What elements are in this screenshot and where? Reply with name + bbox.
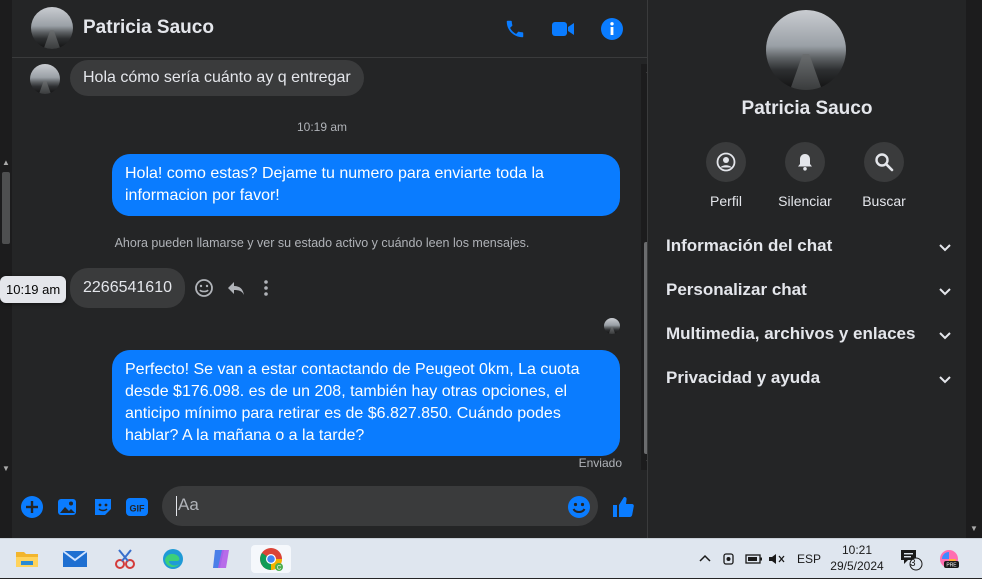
profile-icon bbox=[706, 142, 746, 182]
sticker-icon[interactable] bbox=[90, 494, 116, 520]
avatar[interactable] bbox=[766, 10, 846, 90]
avatar[interactable] bbox=[31, 7, 73, 49]
section-customize-chat[interactable]: Personalizar chat bbox=[666, 280, 952, 310]
timestamp: 10:19 am bbox=[296, 120, 348, 134]
show-hidden-icons[interactable] bbox=[698, 539, 712, 579]
edge-icon[interactable] bbox=[158, 545, 188, 573]
avatar[interactable] bbox=[30, 64, 60, 94]
window-scrollbar[interactable]: ▼ bbox=[966, 0, 982, 538]
scroll-thumb[interactable] bbox=[2, 172, 10, 244]
outgoing-message[interactable]: Perfecto! Se van a estar contactando de … bbox=[112, 350, 620, 456]
scroll-down-arrow[interactable]: ▼ bbox=[2, 464, 10, 473]
messenger-window: ▲ ▼ Patricia Sauco Hola cómo sería cuánt… bbox=[0, 0, 982, 538]
image-icon[interactable] bbox=[55, 494, 81, 520]
contact-name[interactable]: Patricia Sauco bbox=[83, 17, 214, 39]
chat-info-sidebar: Patricia Sauco Perfil Silenciar Buscar I… bbox=[648, 0, 966, 538]
reply-icon[interactable] bbox=[226, 278, 246, 303]
svg-text:C: C bbox=[277, 566, 282, 572]
meet-now-icon[interactable] bbox=[722, 539, 736, 579]
incoming-message[interactable]: Hola cómo sería cuánto ay q entregar bbox=[70, 60, 364, 96]
chat-header: Patricia Sauco bbox=[12, 0, 647, 58]
add-icon[interactable] bbox=[19, 494, 45, 520]
volume-muted-icon[interactable] bbox=[768, 539, 786, 579]
chevron-down-icon bbox=[938, 284, 952, 304]
gif-icon[interactable]: GIF bbox=[124, 494, 150, 520]
mute-button[interactable]: Silenciar bbox=[769, 142, 841, 209]
bell-icon bbox=[785, 142, 825, 182]
chat-panel: Patricia Sauco Hola cómo sería cuánto ay… bbox=[12, 0, 657, 538]
message-list: Hola cómo sería cuánto ay q entregar 10:… bbox=[12, 58, 632, 476]
section-media-files-links[interactable]: Multimedia, archivos y enlaces bbox=[666, 324, 952, 354]
profile-button[interactable]: Perfil bbox=[690, 142, 762, 209]
scroll-down-arrow[interactable]: ▼ bbox=[970, 524, 978, 533]
composer: GIF Aa bbox=[12, 476, 647, 538]
taskbar: C ESP 10:21 29/5/2024 3 PRE bbox=[0, 538, 982, 578]
emoji-icon[interactable] bbox=[566, 494, 592, 520]
sidebar-contact-name: Patricia Sauco bbox=[741, 98, 873, 119]
file-explorer-icon[interactable] bbox=[12, 545, 42, 573]
copilot-preview-icon[interactable]: PRE bbox=[938, 539, 960, 579]
search-icon bbox=[864, 142, 904, 182]
info-icon[interactable] bbox=[599, 16, 625, 42]
notification-count: 3 bbox=[910, 558, 916, 569]
emoji-react-icon[interactable] bbox=[194, 278, 214, 303]
language-indicator[interactable]: ESP bbox=[797, 539, 821, 579]
message-input[interactable]: Aa bbox=[162, 486, 598, 526]
scroll-up-arrow[interactable]: ▲ bbox=[2, 158, 10, 167]
time-tooltip: 10:19 am bbox=[0, 276, 67, 303]
snipping-tool-icon[interactable] bbox=[110, 545, 140, 573]
search-button[interactable]: Buscar bbox=[848, 142, 920, 209]
notification-center-icon[interactable]: 3 bbox=[898, 539, 924, 579]
chevron-down-icon bbox=[938, 372, 952, 392]
copilot-icon[interactable] bbox=[206, 545, 236, 573]
svg-text:GIF: GIF bbox=[130, 504, 146, 514]
outgoing-message[interactable]: Hola! como estas? Dejame tu numero para … bbox=[112, 154, 620, 216]
section-label: Personalizar chat bbox=[666, 280, 807, 299]
section-label: Multimedia, archivos y enlaces bbox=[666, 324, 916, 343]
section-label: Privacidad y ayuda bbox=[666, 368, 821, 387]
video-camera-icon[interactable] bbox=[550, 16, 576, 42]
phone-icon[interactable] bbox=[502, 16, 528, 42]
chevron-down-icon bbox=[938, 328, 952, 348]
section-chat-info[interactable]: Información del chat bbox=[666, 236, 952, 266]
sent-status: Enviado bbox=[578, 456, 622, 470]
section-label: Información del chat bbox=[666, 236, 833, 255]
action-label: Buscar bbox=[862, 193, 906, 209]
clock-date: 29/5/2024 bbox=[830, 559, 884, 573]
left-scrollbar[interactable]: ▲ ▼ bbox=[0, 0, 12, 538]
action-label: Silenciar bbox=[778, 193, 832, 209]
incoming-message[interactable]: 2266541610 bbox=[70, 268, 185, 308]
clock-time: 10:21 bbox=[841, 543, 873, 557]
action-label: Perfil bbox=[710, 193, 742, 209]
status-notice: Ahora pueden llamarse y ver su estado ac… bbox=[114, 236, 530, 250]
battery-icon[interactable] bbox=[745, 539, 763, 579]
seen-avatar bbox=[604, 318, 620, 334]
section-privacy-help[interactable]: Privacidad y ayuda bbox=[666, 368, 952, 398]
clock[interactable]: 10:21 29/5/2024 bbox=[826, 542, 888, 574]
chevron-down-icon bbox=[938, 240, 952, 260]
mail-icon[interactable] bbox=[60, 545, 90, 573]
more-options-icon[interactable] bbox=[260, 278, 272, 303]
svg-text:PRE: PRE bbox=[946, 563, 957, 569]
thumbs-up-icon[interactable] bbox=[610, 494, 636, 520]
chrome-icon[interactable]: C bbox=[251, 545, 291, 573]
